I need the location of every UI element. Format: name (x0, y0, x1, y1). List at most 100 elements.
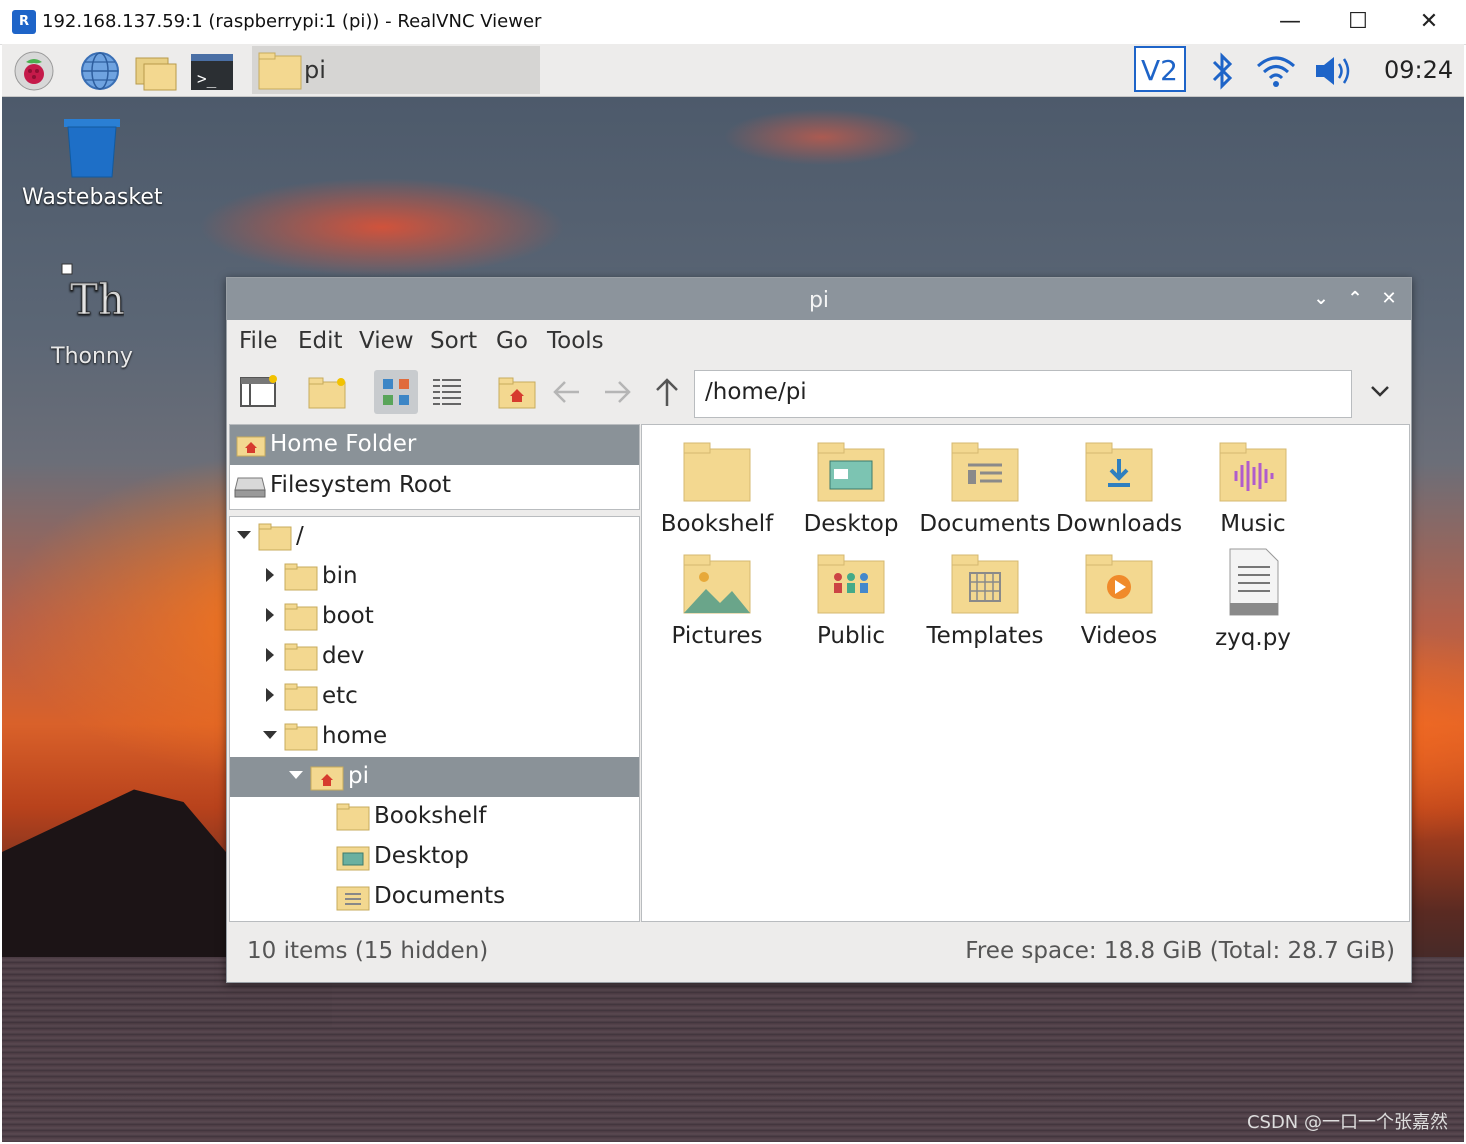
tree-node-documents[interactable]: Documents (230, 877, 639, 917)
file-item-bookshelf[interactable]: Bookshelf (650, 441, 784, 537)
file-item-public[interactable]: Public (784, 553, 918, 649)
web-browser-icon[interactable] (78, 50, 122, 92)
close-button[interactable]: ✕ (1406, 6, 1452, 38)
clock: 09:24 (1384, 56, 1454, 84)
new-window-button[interactable] (236, 370, 280, 414)
menu-tools[interactable]: Tools (547, 328, 604, 354)
videos-folder-icon (1085, 554, 1153, 614)
file-item-label: Desktop (803, 511, 899, 537)
folder-icon (336, 803, 370, 831)
folder-icon (284, 643, 318, 671)
home-folder-icon (310, 766, 344, 791)
file-item-label: Music (1220, 511, 1286, 537)
list-view-button[interactable] (425, 370, 469, 414)
place-filesystem-root[interactable]: Filesystem Root (230, 466, 639, 506)
expanded-arrow-icon[interactable] (236, 527, 252, 543)
taskbar-task-pi[interactable]: pi (252, 46, 540, 94)
icon-view-icon (383, 379, 409, 405)
menu-go[interactable]: Go (496, 328, 528, 354)
fm-close-button[interactable]: ✕ (1377, 288, 1401, 310)
fm-minimize-button[interactable]: ⌄ (1309, 288, 1333, 310)
tree-node-home[interactable]: home (230, 717, 639, 757)
menu-sort[interactable]: Sort (430, 328, 477, 354)
trash-icon (64, 119, 120, 178)
tree-node-root[interactable]: / (230, 517, 639, 557)
thonny-icon: Th (61, 263, 125, 324)
fm-titlebar[interactable]: pi ⌄ ⌃ ✕ (227, 278, 1411, 320)
expanded-arrow-icon[interactable] (288, 767, 304, 783)
path-history-button[interactable] (1365, 376, 1395, 406)
terminal-icon[interactable]: >_ (190, 50, 234, 92)
public-folder-icon (817, 554, 885, 614)
minimize-button[interactable]: — (1267, 6, 1313, 38)
desktop-icon-thonny[interactable]: Th Thonny (22, 262, 162, 369)
documents-folder-icon (951, 442, 1019, 502)
file-item-zyq-py[interactable]: zyq.py (1186, 547, 1320, 651)
file-item-videos[interactable]: Videos (1052, 553, 1186, 649)
place-label: Home Folder (270, 431, 417, 457)
desktop-icon-wastebasket[interactable]: Wastebasket (22, 117, 162, 210)
menu-view[interactable]: View (359, 328, 414, 354)
tree-node-pi[interactable]: pi (230, 757, 639, 797)
expanded-arrow-icon[interactable] (262, 727, 278, 743)
tree-node-etc[interactable]: etc (230, 677, 639, 717)
folder-icon (284, 683, 318, 711)
tree-node-bin[interactable]: bin (230, 557, 639, 597)
path-bar[interactable] (694, 370, 1352, 418)
volume-icon[interactable] (1312, 50, 1356, 92)
file-item-templates[interactable]: Templates (918, 553, 1052, 649)
file-item-label: Pictures (671, 623, 763, 649)
realvnc-logo-icon: R (12, 10, 36, 34)
collapsed-arrow-icon[interactable] (262, 607, 278, 623)
file-item-label: Documents (919, 511, 1051, 537)
new-folder-button[interactable] (305, 370, 349, 414)
file-item-downloads[interactable]: Downloads (1052, 441, 1186, 537)
fm-maximize-button[interactable]: ⌃ (1343, 288, 1367, 310)
status-bar: 10 items (15 hidden) Free space: 18.8 Gi… (227, 928, 1411, 978)
folder-icon (258, 52, 302, 90)
file-item-documents[interactable]: Documents (918, 441, 1052, 537)
new-folder-icon (308, 377, 346, 409)
forward-button[interactable] (595, 370, 639, 414)
icon-view-button[interactable] (374, 370, 418, 414)
file-item-pictures[interactable]: Pictures (650, 553, 784, 649)
new-window-icon (240, 375, 277, 407)
menubar: File Edit View Sort Go Tools (227, 320, 1411, 362)
tree-node-desktop[interactable]: Desktop (230, 837, 639, 877)
menu-edit[interactable]: Edit (298, 328, 343, 354)
path-input[interactable] (695, 371, 1335, 413)
folder-icon (284, 563, 318, 591)
tree-node-dev[interactable]: dev (230, 637, 639, 677)
menu-file[interactable]: File (239, 328, 278, 354)
place-home-folder[interactable]: Home Folder (230, 425, 639, 465)
bluetooth-icon[interactable] (1200, 50, 1244, 92)
tree-node-boot[interactable]: boot (230, 597, 639, 637)
tree-node-bookshelf[interactable]: Bookshelf (230, 797, 639, 837)
raspberry-menu-icon[interactable] (12, 50, 56, 92)
collapsed-arrow-icon[interactable] (262, 647, 278, 663)
file-item-desktop[interactable]: Desktop (784, 441, 918, 537)
tree-node-label: bin (322, 563, 358, 589)
documents-folder-icon (336, 886, 370, 911)
svg-text:V2: V2 (1141, 54, 1178, 87)
arrow-left-icon (553, 381, 579, 403)
home-button[interactable] (495, 370, 539, 414)
svg-text:Th: Th (70, 275, 124, 324)
maximize-button[interactable]: ☐ (1335, 6, 1381, 38)
status-free-space: Free space: 18.8 GiB (Total: 28.7 GiB) (965, 938, 1395, 964)
collapsed-arrow-icon[interactable] (262, 687, 278, 703)
home-folder-icon (498, 377, 536, 409)
up-button[interactable] (645, 370, 689, 414)
wifi-icon[interactable] (1254, 50, 1298, 92)
vnc-icon[interactable]: V2 (1134, 46, 1186, 92)
file-item-music[interactable]: Music (1186, 441, 1320, 537)
place-label: Filesystem Root (270, 472, 452, 498)
desktop-folder-icon (336, 846, 370, 871)
tree-node-label: boot (322, 603, 374, 629)
file-manager-icon[interactable] (134, 50, 178, 92)
taskbar: >_ pi V2 09:24 (2, 44, 1464, 97)
back-button[interactable] (545, 370, 589, 414)
folder-icon (683, 442, 751, 502)
folder-icon (284, 603, 318, 631)
collapsed-arrow-icon[interactable] (262, 567, 278, 583)
